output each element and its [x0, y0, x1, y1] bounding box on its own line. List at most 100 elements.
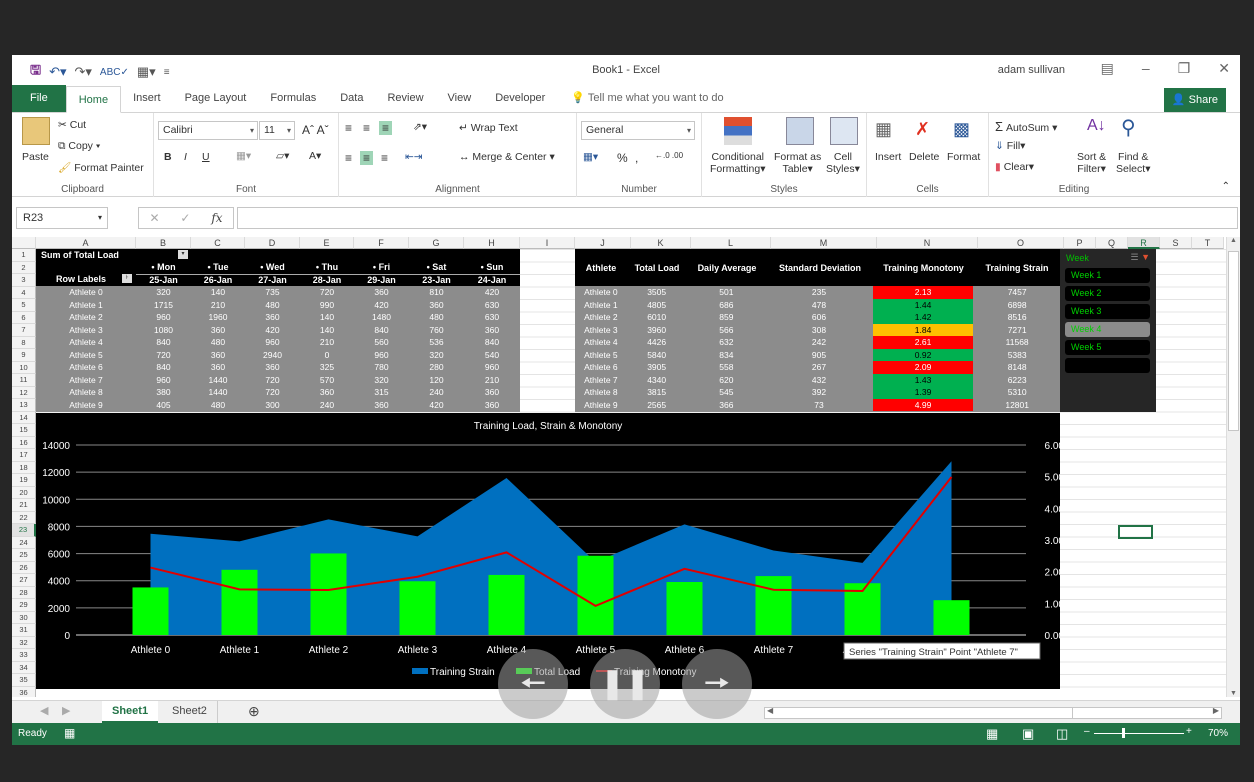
training-monotony-cell[interactable]: 0.92	[872, 348, 974, 361]
row-header-21[interactable]: 21	[12, 499, 36, 512]
row-header-16[interactable]: 16	[12, 436, 36, 449]
zoom-in-icon[interactable]: +	[1186, 726, 1192, 737]
row-header-36[interactable]: 36	[12, 686, 36, 697]
clear-button[interactable]: ▮ Clear▾	[995, 161, 1034, 173]
format-cells-icon[interactable]: ▩	[953, 119, 970, 140]
daily-average-cell[interactable]: 620	[687, 374, 767, 387]
daily-average-cell[interactable]: 859	[687, 311, 767, 324]
wrap-text-button[interactable]: ↵ Wrap Text	[459, 122, 518, 134]
row-header-7[interactable]: 7	[12, 324, 36, 337]
multi-select-icon[interactable]: ☰	[1130, 252, 1138, 262]
load-cell[interactable]: 630	[464, 299, 520, 312]
pivot-date-header[interactable]: 24-Jan	[464, 275, 520, 285]
daily-average-cell[interactable]: 545	[687, 386, 767, 399]
formula-input[interactable]	[237, 207, 1238, 229]
enter-icon[interactable]: ✓	[180, 211, 190, 225]
load-cell[interactable]: 960	[136, 374, 191, 387]
load-cell[interactable]: 720	[245, 386, 300, 399]
training-strain-cell[interactable]: 11568	[974, 336, 1060, 349]
load-cell[interactable]: 720	[245, 374, 300, 387]
row-header-35[interactable]: 35	[12, 674, 36, 687]
name-box[interactable]: R23 ▾	[16, 207, 108, 229]
pivot-date-header[interactable]: 25-Jan	[136, 275, 191, 285]
load-cell[interactable]: 480	[191, 399, 245, 412]
copy-button[interactable]: ⧉ Copy ▾	[58, 140, 100, 153]
vertical-scrollbar[interactable]: ▲ ▼	[1226, 237, 1240, 697]
row-header-1[interactable]: 1	[12, 249, 36, 262]
row-header-30[interactable]: 30	[12, 611, 36, 624]
column-header-g[interactable]: G	[409, 237, 464, 249]
load-cell[interactable]: 120	[409, 374, 464, 387]
number-format-select[interactable]: General ▾	[581, 121, 695, 140]
load-cell[interactable]: 840	[464, 336, 520, 349]
column-header-q[interactable]: Q	[1096, 237, 1128, 249]
load-cell[interactable]: 420	[464, 286, 520, 299]
borders-icon[interactable]: ▦▾	[236, 150, 251, 162]
add-sheet-icon[interactable]: ⊕	[238, 701, 270, 723]
total-load-cell[interactable]: 4426	[627, 336, 687, 349]
align-left-icon[interactable]: ≡	[345, 151, 352, 165]
daily-average-cell[interactable]: 686	[687, 299, 767, 312]
column-header-b[interactable]: B	[136, 237, 191, 249]
selected-cell-r23[interactable]	[1118, 525, 1153, 539]
percent-button[interactable]: %	[617, 151, 628, 165]
bold-button[interactable]: B	[164, 151, 172, 163]
daily-average-cell[interactable]: 632	[687, 336, 767, 349]
row-header-2[interactable]: 2	[12, 261, 36, 274]
load-cell[interactable]: 960	[245, 336, 300, 349]
training-strain-cell[interactable]: 8148	[974, 361, 1060, 374]
column-header-p[interactable]: P	[1064, 237, 1096, 249]
row-header-3[interactable]: 3	[12, 274, 36, 287]
load-cell[interactable]: 760	[409, 324, 464, 337]
table-row[interactable]: Athlete 6 840 360 360 325 780 280 960	[36, 361, 520, 374]
athlete-cell[interactable]: Athlete 4	[575, 336, 627, 349]
share-button[interactable]: 👤 Share	[1163, 88, 1226, 112]
table-row[interactable]: Athlete 6 3905 558 267 2.09 8148	[575, 361, 1060, 374]
total-load-cell[interactable]: 4805	[627, 299, 687, 312]
table-row[interactable]: Athlete 3 3960 566 308 1.84 7271	[575, 323, 1060, 337]
function-icon[interactable]: fx	[211, 211, 222, 225]
total-load-cell[interactable]: 4340	[627, 374, 687, 387]
find-icon[interactable]: ⚲	[1121, 115, 1136, 140]
load-cell[interactable]: 420	[245, 324, 300, 337]
autosum-button[interactable]: Σ AutoSum ▾	[995, 119, 1057, 134]
load-cell[interactable]: 840	[354, 324, 409, 337]
macro-record-icon[interactable]: ▦	[64, 726, 75, 740]
load-cell[interactable]: 960	[136, 311, 191, 324]
tab-home[interactable]: Home	[65, 86, 122, 113]
row-header-15[interactable]: 15	[12, 424, 36, 437]
training-monotony-cell[interactable]: 1.43	[872, 373, 974, 386]
row-header-11[interactable]: 11	[12, 374, 36, 387]
zoom-level[interactable]: 70%	[1208, 728, 1228, 739]
pivot-date-header[interactable]: 26-Jan	[191, 275, 245, 285]
tab-insert[interactable]: Insert	[121, 85, 173, 112]
daily-average-cell[interactable]: 566	[687, 324, 767, 337]
load-cell[interactable]: 240	[409, 386, 464, 399]
load-cell[interactable]: 990	[300, 299, 354, 312]
close-icon[interactable]: ✕	[1218, 60, 1230, 77]
daily-average-cell[interactable]: 366	[687, 399, 767, 412]
load-cell[interactable]: 780	[354, 361, 409, 374]
load-cell[interactable]: 735	[245, 286, 300, 299]
load-cell[interactable]: 536	[409, 336, 464, 349]
normal-view-icon[interactable]: ▦	[986, 726, 998, 742]
user-name[interactable]: adam sullivan	[998, 64, 1065, 76]
format-as-table-icon[interactable]	[786, 117, 814, 145]
pivot-date-header[interactable]: 29-Jan	[354, 275, 409, 285]
load-cell[interactable]: 280	[409, 361, 464, 374]
indent-icons[interactable]: ⇤⇥	[405, 151, 423, 163]
pause-button[interactable]: ❚❚	[590, 649, 660, 719]
conditional-formatting-icon[interactable]	[724, 117, 752, 145]
row-header-23[interactable]: 23	[12, 524, 36, 537]
table-row[interactable]: Athlete 3 1080 360 420 140 840 760 360	[36, 324, 520, 337]
training-monotony-cell[interactable]: 1.84	[872, 323, 974, 336]
slicer-item[interactable]: Week 1	[1065, 268, 1150, 283]
horizontal-scroll-thumb[interactable]	[777, 708, 1073, 718]
total-load-cell[interactable]: 2565	[627, 399, 687, 412]
slicer-item[interactable]: Week 5	[1065, 340, 1150, 355]
column-header-j[interactable]: J	[575, 237, 631, 249]
sheet-tab-sheet1[interactable]: Sheet1	[102, 701, 159, 723]
std-deviation-cell[interactable]: 235	[766, 286, 872, 299]
load-cell[interactable]: 560	[354, 336, 409, 349]
daily-average-cell[interactable]: 558	[687, 361, 767, 374]
